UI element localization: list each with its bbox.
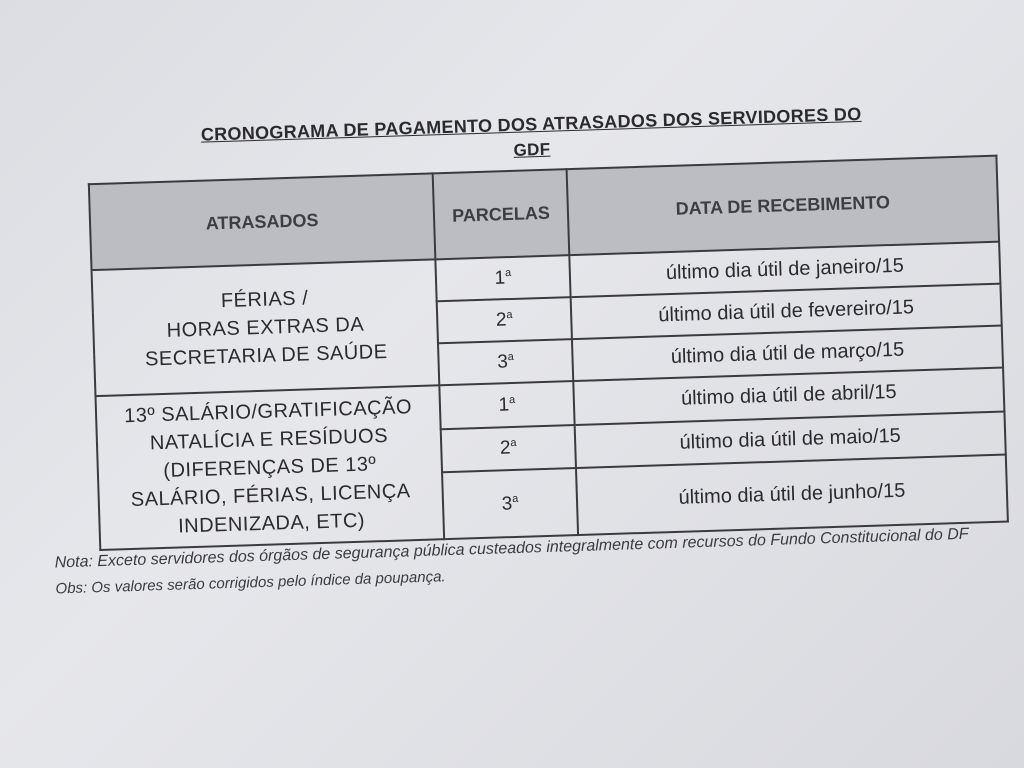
document-sheet: CRONOGRAMA DE PAGAMENTO DOS ATRASADOS DO… <box>30 64 1024 655</box>
group-2-label: 13º SALÁRIO/GRATIFICAÇÃO NATALÍCIA E RES… <box>95 385 445 551</box>
data-cell: último dia útil de junho/15 <box>575 454 1008 536</box>
parcela-cell: 2a <box>436 297 572 344</box>
parcela-cell: 3a <box>438 339 574 386</box>
header-parcelas: PARCELAS <box>432 169 570 260</box>
header-data-recebimento: DATA DE RECEBIMENTO <box>566 155 1000 256</box>
header-atrasados: ATRASADOS <box>88 173 436 271</box>
parcela-cell: 3a <box>442 468 579 540</box>
group-1-label: FÉRIAS / HORAS EXTRAS DA SECRETARIA DE S… <box>91 259 440 397</box>
parcela-cell: 1a <box>435 255 571 302</box>
schedule-table: ATRASADOS PARCELAS DATA DE RECEBIMENTO F… <box>88 155 1009 551</box>
parcela-cell: 1a <box>439 381 575 429</box>
parcela-cell: 2a <box>440 424 576 473</box>
